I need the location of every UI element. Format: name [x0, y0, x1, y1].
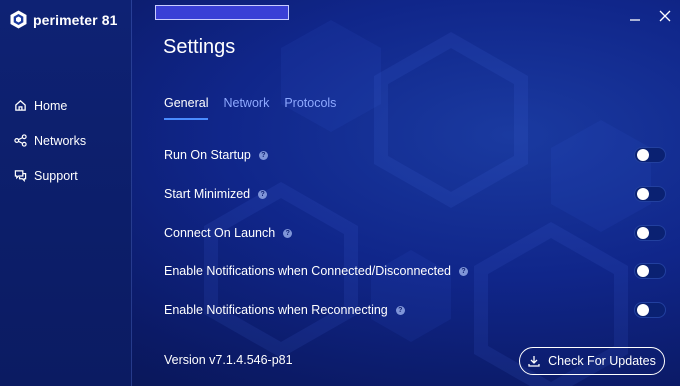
sidebar-nav: Home Networks Support	[14, 88, 86, 193]
minimize-icon	[630, 19, 640, 21]
close-button[interactable]	[657, 8, 673, 24]
notify-connected-toggle[interactable]	[634, 263, 666, 279]
setting-row-connect-on-launch: Connect On Launch ?	[164, 222, 666, 244]
start-minimized-toggle[interactable]	[634, 186, 666, 202]
help-icon[interactable]: ?	[458, 266, 468, 276]
minimize-button[interactable]	[627, 8, 643, 24]
setting-label: Start Minimized	[164, 187, 251, 201]
chat-icon	[14, 170, 27, 182]
sidebar-item-label: Support	[34, 168, 78, 183]
setting-row-notify-reconnecting: Enable Notifications when Reconnecting ?	[164, 299, 666, 321]
sidebar-item-networks[interactable]: Networks	[14, 123, 86, 158]
settings-tabs: General Network Protocols	[164, 96, 336, 120]
setting-label: Run On Startup	[164, 148, 251, 162]
notify-reconnecting-toggle[interactable]	[634, 302, 666, 318]
run-on-startup-toggle[interactable]	[634, 147, 666, 163]
app-name: perimeter 81	[33, 11, 118, 28]
app-logo: perimeter 81	[10, 10, 117, 29]
connect-on-launch-toggle[interactable]	[634, 225, 666, 241]
help-icon[interactable]: ?	[258, 150, 268, 160]
tab-general[interactable]: General	[164, 96, 209, 120]
sidebar: perimeter 81 Home Networks Support	[0, 0, 132, 386]
toggle-knob	[637, 265, 649, 277]
help-icon[interactable]: ?	[258, 189, 268, 199]
setting-label: Enable Notifications when Connected/Disc…	[164, 264, 451, 278]
version-label: Version v7.1.4.546-p81	[164, 353, 293, 367]
setting-label: Enable Notifications when Reconnecting	[164, 303, 388, 317]
toggle-knob	[637, 188, 649, 200]
home-icon	[15, 99, 26, 111]
setting-row-run-on-startup: Run On Startup ?	[164, 144, 666, 166]
help-icon[interactable]: ?	[283, 228, 293, 238]
tab-network[interactable]: Network	[223, 96, 269, 120]
app-window: perimeter 81 Home Networks Support Setti…	[0, 0, 680, 386]
setting-label: Connect On Launch	[164, 226, 276, 240]
page-title: Settings	[163, 36, 236, 58]
tab-protocols[interactable]: Protocols	[284, 96, 336, 120]
perimeter-logo-icon	[10, 10, 27, 29]
setting-row-notify-connected: Enable Notifications when Connected/Disc…	[164, 260, 666, 282]
toggle-knob	[637, 227, 649, 239]
download-icon	[528, 356, 540, 367]
sidebar-item-home[interactable]: Home	[14, 88, 86, 123]
close-icon	[659, 10, 671, 22]
sidebar-item-support[interactable]: Support	[14, 158, 86, 193]
sidebar-item-label: Networks	[34, 133, 87, 148]
share-nodes-icon	[14, 134, 27, 147]
check-for-updates-button[interactable]: Check For Updates	[519, 347, 665, 375]
redacted-field	[155, 5, 289, 20]
sidebar-item-label: Home	[34, 98, 68, 113]
toggle-knob	[637, 149, 649, 161]
toggle-knob	[637, 304, 649, 316]
update-button-label: Check For Updates	[548, 354, 656, 368]
help-icon[interactable]: ?	[395, 305, 405, 315]
setting-row-start-minimized: Start Minimized ?	[164, 183, 666, 205]
